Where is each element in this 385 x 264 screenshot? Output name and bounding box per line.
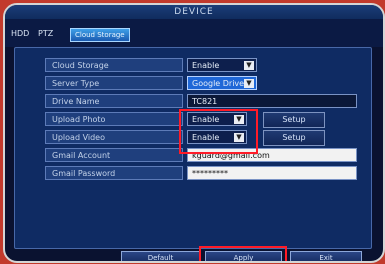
upload-photo-label: Upload Photo (45, 112, 183, 126)
server-type-select[interactable]: Google Drive ▼ (187, 76, 257, 90)
window-title: DEVICE (5, 5, 383, 19)
chevron-down-icon: ▼ (244, 79, 254, 88)
apply-highlight-box (199, 246, 287, 261)
drive-name-label: Drive Name (45, 94, 183, 108)
gmail-account-label: Gmail Account (45, 148, 183, 162)
cloud-storage-label: Cloud Storage (45, 58, 183, 72)
upload-video-setup-button[interactable]: Setup (263, 130, 325, 146)
chevron-down-icon: ▼ (244, 61, 254, 70)
server-type-value: Google Drive (192, 79, 245, 88)
gmail-password-label: Gmail Password (45, 166, 183, 180)
server-type-label: Server Type (45, 76, 183, 90)
drive-name-input[interactable]: TC821 (187, 94, 357, 108)
tab-ptz[interactable]: PTZ (38, 29, 53, 38)
gmail-password-input[interactable]: ********* (187, 166, 357, 180)
exit-button[interactable]: Exit (290, 251, 362, 261)
device-window: DEVICE HDD PTZ Cloud Storage Cloud Stora… (3, 3, 385, 263)
tab-hdd[interactable]: HDD (11, 29, 29, 38)
tab-cloud-storage[interactable]: Cloud Storage (70, 28, 130, 42)
upload-video-label: Upload Video (45, 130, 183, 144)
cloud-storage-value: Enable (192, 61, 220, 70)
cloud-storage-select[interactable]: Enable ▼ (187, 58, 257, 72)
default-button[interactable]: Default (121, 251, 200, 261)
upload-photo-setup-button[interactable]: Setup (263, 112, 325, 128)
upload-highlight-box (179, 109, 258, 154)
tab-bar: HDD PTZ Cloud Storage (5, 19, 383, 47)
